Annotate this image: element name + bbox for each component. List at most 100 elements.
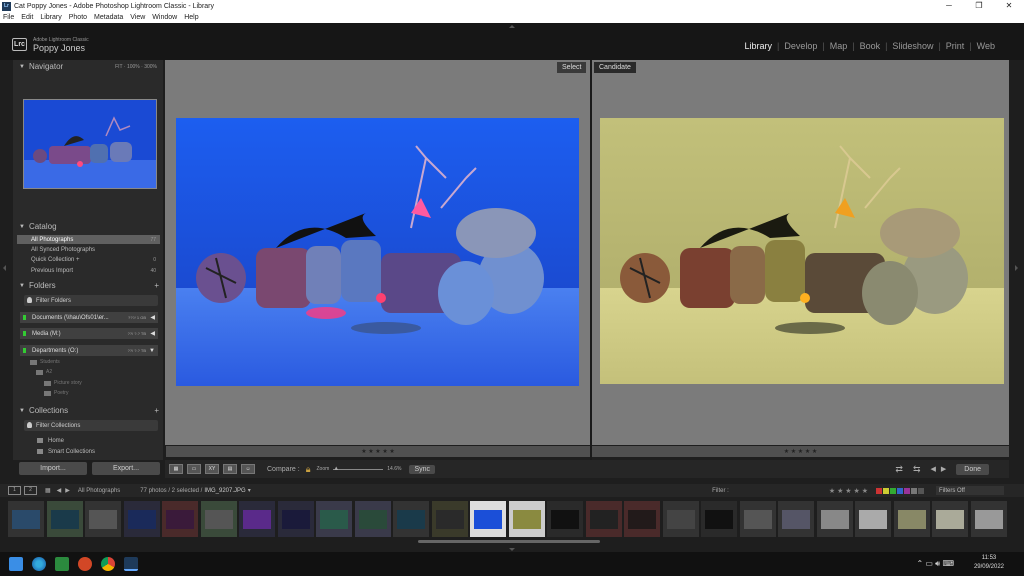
folder-students[interactable]: Students <box>30 359 60 365</box>
survey-view-icon[interactable]: ▤ <box>223 464 237 474</box>
collection-home[interactable]: Home <box>17 436 160 445</box>
grid-view-icon[interactable]: ▦ <box>169 464 183 474</box>
catalog-item-all-synced[interactable]: All Synced Photographs <box>17 245 160 254</box>
catalog-item-all-photographs[interactable]: All Photographs 77 <box>17 235 160 244</box>
import-button[interactable]: Import... <box>19 462 87 475</box>
done-button[interactable]: Done <box>956 463 989 475</box>
chrome-icon[interactable] <box>101 557 115 571</box>
filmstrip-thumbnail[interactable] <box>701 501 737 537</box>
filmstrip-filename[interactable]: IMG_9207.JPG <box>204 488 245 494</box>
candidate-star-rating[interactable]: ★ ★ ★ ★ ★ <box>784 448 818 455</box>
add-folder-icon[interactable]: + <box>154 281 159 290</box>
filmstrip-thumbnail[interactable] <box>162 501 198 537</box>
filmstrip-thumbnail[interactable] <box>277 501 314 537</box>
collapse-arrow-icon[interactable]: ▼ <box>149 348 155 354</box>
filmstrip-thumbnail[interactable] <box>239 501 275 537</box>
sync-button[interactable]: Sync <box>409 464 436 474</box>
filmstrip-thumbnail[interactable] <box>85 501 121 537</box>
module-develop[interactable]: Develop <box>779 41 822 51</box>
collections-header[interactable]: ▼ Collections + <box>13 404 163 417</box>
top-panel-toggle-icon[interactable] <box>509 25 515 28</box>
nav-fit[interactable]: FIT <box>115 64 122 70</box>
export-button[interactable]: Export... <box>92 462 160 475</box>
filmstrip-thumbnail[interactable] <box>932 501 968 537</box>
expand-arrow-icon[interactable]: ◀ <box>150 330 155 337</box>
menu-photo[interactable]: Photo <box>69 14 87 21</box>
catalog-item-quick-collection[interactable]: Quick Collection + 0 <box>17 255 160 264</box>
swap-icon[interactable]: ⇄ <box>895 464 903 475</box>
menu-metadata[interactable]: Metadata <box>94 14 123 21</box>
filmstrip-thumbnail[interactable] <box>816 501 853 537</box>
loupe-view-icon[interactable]: ▭ <box>187 464 201 474</box>
nav-zoom-100[interactable]: 100% <box>127 64 140 70</box>
filmstrip-source[interactable]: All Photographs <box>78 488 120 494</box>
lightroom-taskbar-icon[interactable] <box>124 557 138 571</box>
expand-arrow-icon[interactable]: ◀ <box>150 314 155 321</box>
folder-picture-story[interactable]: Picture story <box>44 380 82 386</box>
filmstrip-thumbnail[interactable] <box>508 501 545 537</box>
select-star-rating[interactable]: ★ ★ ★ ★ ★ <box>361 448 395 455</box>
grid-icon[interactable]: ▦ <box>45 487 51 494</box>
next-arrow-icon[interactable]: ▶ <box>941 465 946 473</box>
menu-view[interactable]: View <box>130 14 145 21</box>
people-view-icon[interactable]: ☺ <box>241 464 255 474</box>
volume-departments[interactable]: Departments (O:) ??/ ?.? TB ▼ <box>20 345 158 356</box>
filmstrip-thumbnail[interactable] <box>393 501 429 537</box>
filmstrip-thumbnail[interactable] <box>123 501 160 537</box>
star-filter[interactable]: ★ ★ ★ ★ ★ <box>829 487 868 495</box>
sway-icon[interactable] <box>55 557 69 571</box>
folder-a2[interactable]: A2 <box>36 369 52 375</box>
volume-media[interactable]: Media (M:) ??/ ?.? TB ◀ <box>20 328 158 339</box>
windows-start-icon[interactable] <box>9 557 23 571</box>
make-select-icon[interactable]: ⇆ <box>913 464 921 475</box>
module-print[interactable]: Print <box>941 41 970 51</box>
module-book[interactable]: Book <box>855 41 886 51</box>
filmstrip-thumbnail[interactable] <box>778 501 814 537</box>
navigator-header[interactable]: ▼ Navigator FIT · 100% · 300% <box>13 60 163 73</box>
volume-documents[interactable]: Documents (\\hau\Ofs01\er... ???/ 1 GB ◀ <box>20 312 158 323</box>
module-library[interactable]: Library <box>739 41 777 51</box>
filmstrip-thumbnail[interactable] <box>662 501 699 537</box>
system-tray-icons[interactable]: ⌃ ▭ 🔊︎ ⌨ <box>916 559 954 569</box>
filmstrip-thumbnail[interactable] <box>470 501 506 537</box>
bottom-panel-toggle-icon[interactable] <box>509 548 515 551</box>
lock-icon[interactable]: 🔒︎ <box>306 464 311 475</box>
filter-folders-input[interactable]: Filter Folders <box>24 295 158 306</box>
folder-poetry[interactable]: Poetry <box>44 390 68 396</box>
filter-collections-input[interactable]: Filter Collections <box>24 420 158 431</box>
filmstrip-thumbnail[interactable] <box>970 501 1007 537</box>
right-panel-toggle-icon[interactable] <box>1015 265 1018 271</box>
catalog-header[interactable]: ▼ Catalog <box>13 220 163 233</box>
module-slideshow[interactable]: Slideshow <box>887 41 938 51</box>
left-panel-toggle-icon[interactable] <box>3 265 6 271</box>
nav-zoom-300[interactable]: 300% <box>144 64 157 70</box>
clock[interactable]: 11:53 29/09/2022 <box>974 554 1004 572</box>
filename-dropdown-icon[interactable]: ▾ <box>248 487 251 494</box>
filmstrip-thumbnail[interactable] <box>585 501 622 537</box>
edge-browser-icon[interactable] <box>32 557 46 571</box>
menu-library[interactable]: Library <box>40 14 61 21</box>
filmstrip-thumbnail[interactable] <box>624 501 660 537</box>
zoom-slider[interactable]: ▲ <box>333 466 384 472</box>
filter-preset-dropdown[interactable]: Filters Off <box>936 486 1004 495</box>
maximize-button[interactable]: ❐ <box>964 0 994 12</box>
filmstrip-thumbnail[interactable] <box>46 501 83 537</box>
previous-arrow-icon[interactable]: ◀ <box>930 465 935 473</box>
filmstrip-scrollbar[interactable] <box>418 540 600 543</box>
filmstrip-thumbnail[interactable] <box>739 501 776 537</box>
filmstrip-thumbnail[interactable] <box>893 501 930 537</box>
candidate-photo[interactable] <box>600 118 1004 384</box>
folders-header[interactable]: ▼ Folders + <box>13 279 163 292</box>
powerpoint-icon[interactable] <box>78 557 92 571</box>
monitor-2-icon[interactable]: 2 <box>24 486 37 495</box>
forward-arrow-icon[interactable]: ▶ <box>65 487 70 494</box>
filmstrip-thumbnail[interactable] <box>855 501 891 537</box>
back-arrow-icon[interactable]: ◀ <box>57 487 62 494</box>
filmstrip-thumbnail[interactable] <box>431 501 468 537</box>
filmstrip-thumbnail[interactable] <box>354 501 391 537</box>
menu-edit[interactable]: Edit <box>21 14 33 21</box>
module-web[interactable]: Web <box>972 41 1000 51</box>
add-collection-icon[interactable]: + <box>154 406 159 415</box>
minimize-button[interactable]: ─ <box>934 0 964 12</box>
select-photo[interactable] <box>176 118 579 386</box>
